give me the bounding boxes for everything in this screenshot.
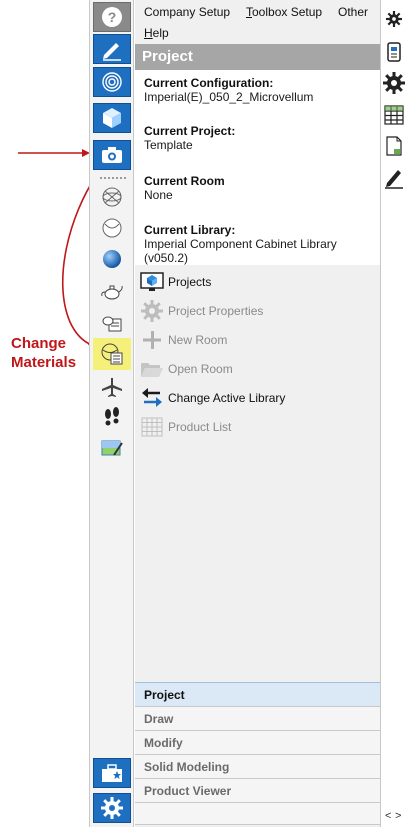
info-configuration: Current Configuration: Imperial(E)_050_2… <box>144 76 313 104</box>
main-panel: Company Setup Toolbox Setup Other Help P… <box>135 0 380 827</box>
settings-button[interactable] <box>93 793 131 823</box>
projects-monitor-icon <box>140 271 164 291</box>
teapot-icon <box>101 285 123 300</box>
edit-button[interactable] <box>93 34 131 64</box>
toolbox-star-icon <box>102 764 122 782</box>
page-icon <box>386 136 402 156</box>
gear-large-icon <box>383 72 405 94</box>
hidden-sphere-icon <box>102 218 122 238</box>
info-project: Current Project: Template <box>144 124 235 152</box>
page-button[interactable] <box>383 135 405 157</box>
tab-product-viewer[interactable]: Product Viewer <box>135 778 380 802</box>
action-label: New Room <box>168 332 228 347</box>
project-info: Current Configuration: Imperial(E)_050_2… <box>135 70 380 265</box>
info-library: Current Library: Imperial Component Cabi… <box>144 223 376 265</box>
change-materials-icon <box>101 343 123 365</box>
action-label: Product List <box>168 419 232 434</box>
tab-solid-modeling[interactable]: Solid Modeling <box>135 754 380 778</box>
menu-company-setup[interactable]: Company Setup <box>144 5 230 19</box>
shaded-sphere-icon <box>103 250 121 268</box>
walk-button[interactable] <box>93 402 131 432</box>
right-toolbar: < > <box>380 0 405 827</box>
settings-gear-icon <box>101 797 123 819</box>
hidden-view-button[interactable] <box>93 213 131 243</box>
pencil-edit-icon <box>103 43 121 61</box>
camera-button[interactable] <box>93 140 131 170</box>
action-label: Change Active Library <box>168 390 286 405</box>
wireframe-view-button[interactable] <box>93 182 131 212</box>
settings-large-button[interactable] <box>383 72 405 94</box>
document-icon <box>387 42 401 62</box>
material-list-icon <box>102 316 122 332</box>
image-edit-button[interactable] <box>93 433 131 463</box>
info-title: Current Library: <box>144 223 236 237</box>
walkthrough-button[interactable] <box>93 372 131 402</box>
shaded-view-button[interactable] <box>93 244 131 274</box>
info-title: Current Configuration: <box>144 76 274 90</box>
folder-open-icon <box>141 362 163 377</box>
tab-modify[interactable]: Modify <box>135 730 380 754</box>
wireframe-sphere-icon <box>102 187 122 207</box>
footprints-icon <box>105 407 119 426</box>
render-button[interactable] <box>93 276 131 306</box>
panel-title: Project <box>135 44 380 70</box>
grid-list-icon <box>141 417 163 436</box>
panel-tabs: Project Draw Modify Solid Modeling Produ… <box>135 682 380 825</box>
airplane-icon <box>102 378 122 397</box>
action-change-active-library[interactable]: Change Active Library <box>135 383 380 412</box>
info-room: Current Room None <box>144 174 225 202</box>
info-value: Template <box>144 138 193 152</box>
menu-help[interactable]: Help <box>144 26 169 40</box>
action-new-room[interactable]: New Room <box>135 325 380 354</box>
help-icon: ? <box>102 7 122 27</box>
action-projects[interactable]: Projects <box>135 267 380 296</box>
action-label: Project Properties <box>168 303 264 318</box>
cube-button[interactable] <box>93 103 131 133</box>
svg-text:?: ? <box>108 9 117 25</box>
info-value: Imperial(E)_050_2_Microvellum <box>144 90 314 104</box>
info-value: Imperial Component Cabinet Library (v050… <box>144 237 337 265</box>
fingerprint-icon <box>102 72 122 92</box>
menu-other[interactable]: Other <box>338 5 368 19</box>
toolbar-separator <box>100 177 126 179</box>
fingerprint-button[interactable] <box>93 67 131 97</box>
table-button[interactable] <box>383 104 405 126</box>
scroll-right-icon[interactable]: > <box>395 810 401 822</box>
action-open-room[interactable]: Open Room <box>135 354 380 383</box>
cube-icon <box>103 108 121 128</box>
menu-toolbox-setup[interactable]: Toolbox Setup <box>246 5 322 19</box>
gear-icon <box>141 299 163 322</box>
pen-icon <box>385 170 403 189</box>
camera-icon <box>102 147 122 163</box>
settings-small-button[interactable] <box>383 8 405 30</box>
material-list-button[interactable] <box>93 307 131 337</box>
gear-small-icon <box>386 11 402 27</box>
plus-icon <box>143 330 161 349</box>
info-title: Current Room <box>144 174 225 188</box>
left-toolbar: ? <box>89 0 134 827</box>
swap-arrows-icon <box>142 387 162 407</box>
image-edit-icon <box>101 440 123 456</box>
document-button[interactable] <box>383 41 405 63</box>
pen-button[interactable] <box>383 167 405 189</box>
scroll-left-icon[interactable]: < <box>385 810 391 822</box>
toolbox-button[interactable] <box>93 758 131 788</box>
help-button[interactable]: ? <box>93 2 131 32</box>
change-materials-annotation: Change Materials <box>11 335 77 371</box>
action-project-properties[interactable]: Project Properties <box>135 296 380 325</box>
change-materials-button[interactable] <box>93 338 131 370</box>
info-title: Current Project: <box>144 124 236 138</box>
menu-bar: Company Setup Toolbox Setup Other Help <box>135 0 380 44</box>
tab-draw[interactable]: Draw <box>135 706 380 730</box>
tab-project[interactable]: Project <box>135 682 380 706</box>
info-value: None <box>144 188 173 202</box>
tabs-footer <box>135 802 380 825</box>
table-icon <box>384 105 404 125</box>
action-product-list[interactable]: Product List <box>135 412 380 441</box>
action-label: Projects <box>168 274 212 289</box>
action-label: Open Room <box>168 361 233 376</box>
